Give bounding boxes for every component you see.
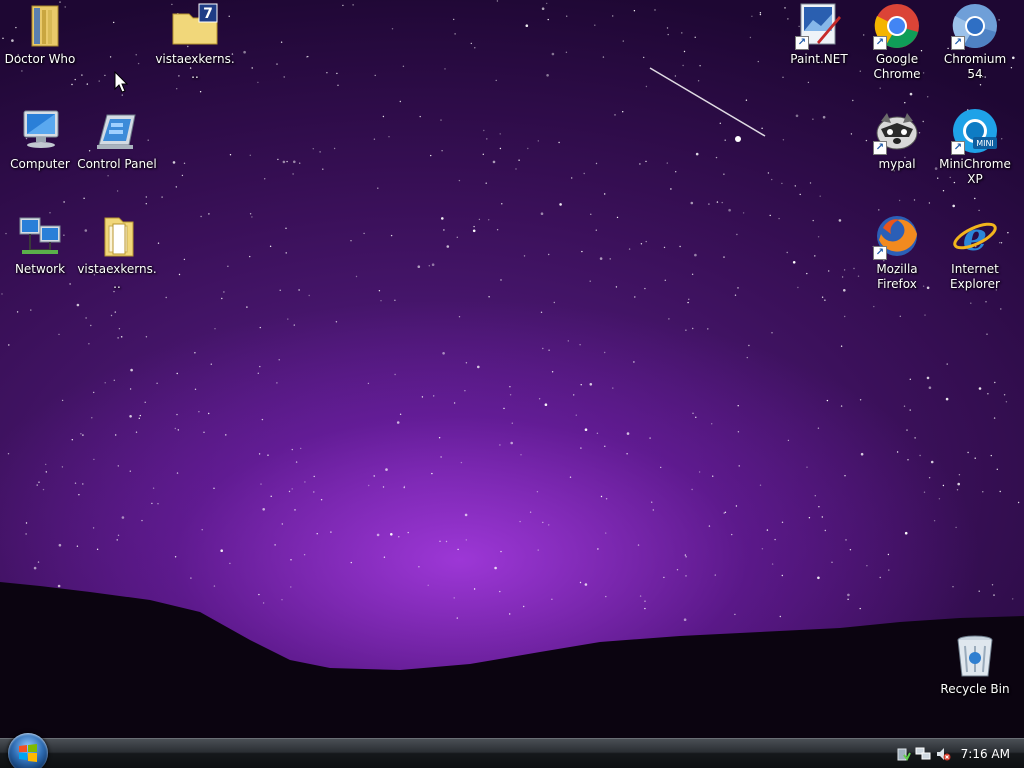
minichrome-icon: MINI ↗ xyxy=(951,107,999,155)
clock[interactable]: 7:16 AM xyxy=(961,747,1010,761)
desktop-icon-chromium[interactable]: ↗ Chromium 54 xyxy=(935,2,1015,82)
desktop-icon-computer[interactable]: Computer xyxy=(0,107,80,172)
desktop-icon-control-panel[interactable]: Control Panel xyxy=(77,107,157,172)
svg-text:MINI: MINI xyxy=(976,139,994,148)
icon-label: Chromium 54 xyxy=(943,52,1007,81)
folder-7-icon: 7 xyxy=(171,2,219,50)
computer-icon xyxy=(16,107,64,155)
recycle-bin-icon xyxy=(951,632,999,680)
icon-label: Control Panel xyxy=(77,157,157,171)
shortcut-arrow-icon: ↗ xyxy=(873,36,887,50)
desktop-icon-vistaexkerns-folder[interactable]: vistaexkerns... xyxy=(77,212,157,292)
svg-text:e: e xyxy=(963,214,987,259)
desktop-icon-google-chrome[interactable]: ↗ Google Chrome xyxy=(857,2,937,82)
shortcut-arrow-icon: ↗ xyxy=(795,36,809,50)
paint-net-icon: ↗ xyxy=(795,2,843,50)
icon-label: Google Chrome xyxy=(873,52,921,81)
icon-label: mypal xyxy=(878,157,916,171)
desktop-icon-firefox[interactable]: ↗ Mozilla Firefox xyxy=(857,212,937,292)
icon-label: Internet Explorer xyxy=(950,262,1000,291)
icon-label: Computer xyxy=(10,157,70,171)
desktop-icon-doctor-who[interactable]: Doctor Who xyxy=(0,2,80,67)
mouse-cursor-icon xyxy=(114,71,128,93)
desktop[interactable]: Doctor Who 7 vistaexkerns... Computer Co… xyxy=(0,0,1024,738)
shortcut-arrow-icon: ↗ xyxy=(951,141,965,155)
desktop-icon-vistaexkerns-7[interactable]: 7 vistaexkerns... xyxy=(155,2,235,82)
desktop-icon-paint-net[interactable]: ↗ Paint.NET xyxy=(779,2,859,67)
folder-icon xyxy=(93,212,141,260)
icon-label: Mozilla Firefox xyxy=(876,262,918,291)
control-panel-icon xyxy=(93,107,141,155)
desktop-icon-network[interactable]: Network xyxy=(0,212,80,277)
icon-label: Paint.NET xyxy=(790,52,848,66)
shortcut-arrow-icon: ↗ xyxy=(873,246,887,260)
folder-icon xyxy=(16,2,64,50)
taskbar: 7:16 AM xyxy=(0,733,1024,768)
system-tray: 7:16 AM xyxy=(886,739,1024,768)
svg-text:7: 7 xyxy=(203,6,213,22)
chrome-icon: ↗ xyxy=(873,2,921,50)
icon-label: Doctor Who xyxy=(4,52,76,66)
shortcut-arrow-icon: ↗ xyxy=(873,141,887,155)
chromium-icon: ↗ xyxy=(951,2,999,50)
safely-remove-icon[interactable] xyxy=(895,746,911,762)
start-button[interactable] xyxy=(8,733,48,768)
icon-label: vistaexkerns... xyxy=(155,52,235,81)
desktop-icon-minichrome[interactable]: MINI ↗ MiniChrome XP xyxy=(935,107,1015,187)
mypal-icon: ↗ xyxy=(873,107,921,155)
windows-logo-icon xyxy=(19,744,37,762)
icon-label: Network xyxy=(14,262,66,276)
internet-explorer-icon: e xyxy=(951,212,999,260)
volume-muted-icon[interactable] xyxy=(935,746,951,762)
desktop-icon-recycle-bin[interactable]: Recycle Bin xyxy=(935,632,1015,697)
network-icon xyxy=(16,212,64,260)
icon-label: vistaexkerns... xyxy=(77,262,157,291)
icon-label: MiniChrome XP xyxy=(939,157,1011,186)
desktop-icon-internet-explorer[interactable]: e Internet Explorer xyxy=(935,212,1015,292)
icon-label: Recycle Bin xyxy=(940,682,1010,696)
network-status-icon[interactable] xyxy=(915,746,931,762)
desktop-icon-mypal[interactable]: ↗ mypal xyxy=(857,107,937,172)
shortcut-arrow-icon: ↗ xyxy=(951,36,965,50)
firefox-icon: ↗ xyxy=(873,212,921,260)
